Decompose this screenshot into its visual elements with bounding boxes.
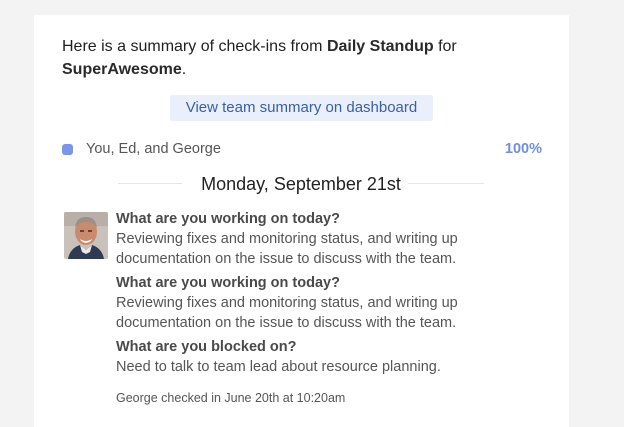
person-photo-icon bbox=[64, 212, 108, 259]
team-name: SuperAwesome bbox=[62, 61, 182, 78]
date-divider: Monday, September 21st bbox=[118, 172, 484, 196]
checkin-entry: What are you working on today? Reviewing… bbox=[116, 209, 546, 269]
meeting-name: Daily Standup bbox=[326, 38, 434, 55]
checkin-timestamp: George checked in June 20th at 10:20am bbox=[116, 391, 346, 405]
team-members: You, Ed, and George bbox=[86, 141, 221, 157]
team-progress-row: You, Ed, and George 100% bbox=[62, 139, 542, 159]
entry-question: What are you working on today? bbox=[116, 275, 340, 291]
checkin-entry: What are you working on today? Reviewing… bbox=[116, 273, 546, 333]
entry-question: What are you blocked on? bbox=[116, 339, 297, 355]
checkin-summary-card: Here is a summary of check-ins from Dail… bbox=[34, 15, 569, 427]
avatar bbox=[64, 212, 108, 259]
intro-middle: for bbox=[433, 38, 457, 55]
entry-question: What are you working on today? bbox=[116, 211, 340, 227]
entry-answer: Need to talk to team lead about resource… bbox=[116, 359, 441, 375]
entry-answer: Reviewing fixes and monitoring status, a… bbox=[116, 231, 458, 267]
summary-intro: Here is a summary of check-ins from Dail… bbox=[62, 35, 532, 81]
intro-prefix: Here is a summary of check-ins from bbox=[62, 38, 327, 55]
checkin-entry: What are you blocked on? Need to talk to… bbox=[116, 337, 546, 377]
team-checkin-percent: 100% bbox=[504, 141, 542, 157]
team-status-dot bbox=[62, 144, 73, 155]
view-dashboard-button[interactable]: View team summary on dashboard bbox=[170, 95, 433, 121]
intro-suffix: . bbox=[181, 61, 187, 78]
entry-answer: Reviewing fixes and monitoring status, a… bbox=[116, 295, 458, 331]
checkin-entries: What are you working on today? Reviewing… bbox=[116, 209, 546, 407]
date-heading: Monday, September 21st bbox=[201, 174, 401, 194]
